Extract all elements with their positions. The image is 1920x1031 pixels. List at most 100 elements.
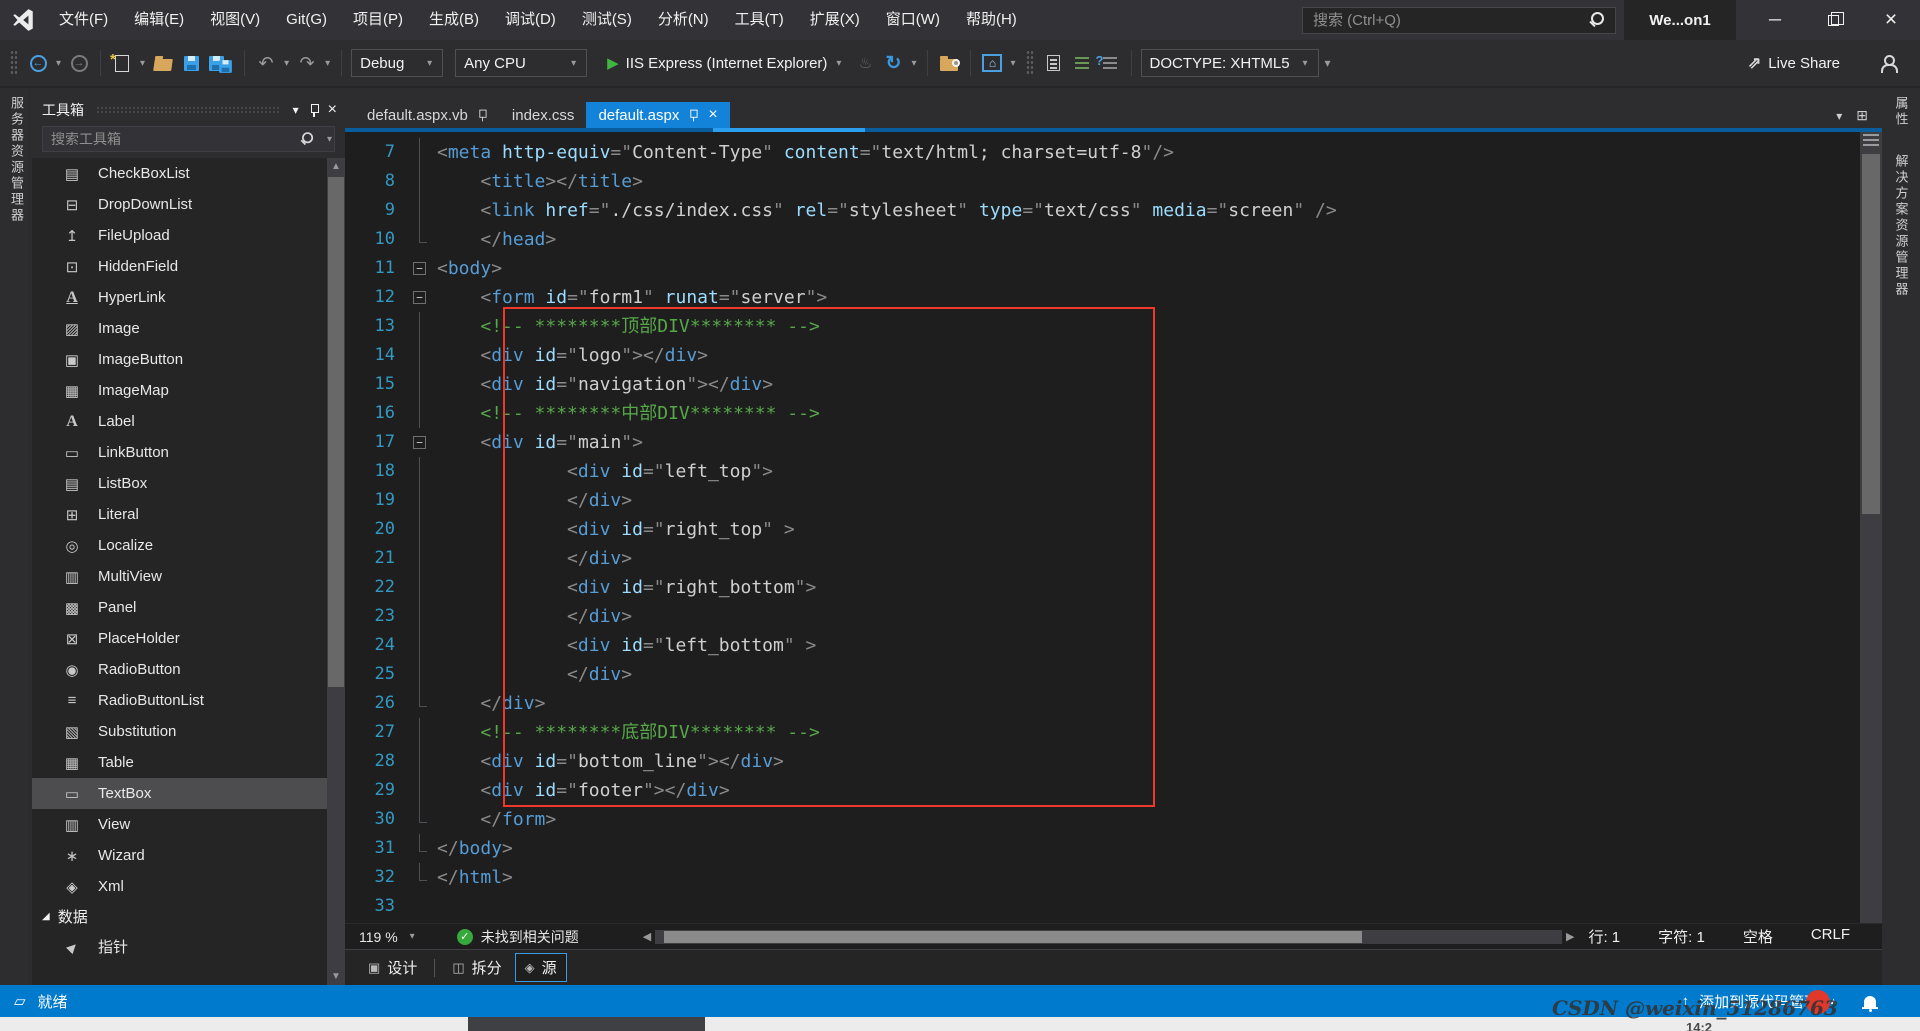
toolbox-search-dropdown-icon[interactable]: ▾ [325,134,334,145]
toolbox-item-imagemap[interactable]: ▦ImageMap [32,375,345,406]
toolbox-item-substitution[interactable]: ▧Substitution [32,716,345,747]
open-file-button[interactable] [151,48,175,78]
toolbox-item-linkbutton[interactable]: ▭LinkButton [32,437,345,468]
toolbox-item-dropdownlist[interactable]: ⊟DropDownList [32,189,345,220]
menu-item[interactable]: Git(G) [273,0,340,40]
find-in-files-button[interactable] [937,48,961,78]
toolbox-item-checkboxlist[interactable]: ▤CheckBoxList [32,158,345,189]
restore-button[interactable] [1804,0,1862,40]
code-line[interactable]: 18 <div id="left_top"> [345,457,1882,486]
code-line[interactable]: 33 [345,892,1882,921]
view-tab-源[interactable]: ◈源 [515,953,567,982]
document-outline-button[interactable] [1042,48,1066,78]
toolbox-item-image[interactable]: ▨Image [32,313,345,344]
document-list-dropdown-icon[interactable]: ▾ [1836,109,1842,123]
toolbar-grip[interactable] [10,50,18,76]
close-button[interactable]: × [1862,0,1920,40]
code-line[interactable]: 19 </div> [345,486,1882,515]
code-line[interactable]: 26 </div> [345,689,1882,718]
toolbar-grip-2[interactable] [1026,50,1034,76]
save-button[interactable] [179,48,203,78]
refresh-dropdown-icon[interactable]: ▾ [909,58,918,69]
menu-item[interactable]: 编辑(E) [121,0,197,40]
code-line[interactable]: 16 <!-- ********中部DIV******** --> [345,399,1882,428]
toolbox-item-fileupload[interactable]: ↥FileUpload [32,220,345,251]
code-line[interactable]: 31</body> [345,834,1882,863]
hscrollbar-thumb[interactable] [664,931,1362,943]
code-line[interactable]: 28 <div id="bottom_line"></div> [345,747,1882,776]
toolbox-close-icon[interactable]: × [328,102,337,118]
toolbox-item-label[interactable]: ALabel [32,406,345,437]
notifications-bell-icon[interactable] [1864,996,1876,1007]
tab-index.css[interactable]: index.css [500,102,587,128]
menu-item[interactable]: 帮助(H) [953,0,1030,40]
toolbox-item-view[interactable]: ▥View [32,809,345,840]
code-line[interactable]: 25 </div> [345,660,1882,689]
code-line[interactable]: 24 <div id="left_bottom" > [345,631,1882,660]
search-icon[interactable] [1587,9,1609,31]
tab-pin-icon[interactable] [477,108,487,122]
editor-options-icon[interactable]: ⊞ [1856,107,1868,124]
back-dropdown-icon[interactable]: ▾ [54,58,63,69]
toolbox-search-icon[interactable] [299,130,318,149]
menu-item[interactable]: 测试(S) [569,0,645,40]
undo-button[interactable]: ↶ [254,48,278,78]
hot-reload-button[interactable]: ♨ [853,48,877,78]
view-tab-设计[interactable]: ▣设计 [359,954,426,981]
menu-item[interactable]: 分析(N) [645,0,722,40]
toolbox-header[interactable]: 工具箱 ▾ × [30,96,345,124]
menu-item[interactable]: 窗口(W) [873,0,953,40]
minimize-button[interactable]: ─ [1746,0,1804,40]
redo-button[interactable]: ↷ [295,48,319,78]
solution-platform-select[interactable]: Any CPU▾ [455,49,587,77]
splitter-grip-icon[interactable] [1863,134,1879,148]
toolbox-item-placeholder[interactable]: ⊠PlaceHolder [32,623,345,654]
run-target-dropdown-icon[interactable]: ▾ [834,58,843,69]
toolbox-item-imagebutton[interactable]: ▣ImageButton [32,344,345,375]
toolbox-item-radiobuttonlist[interactable]: ≡RadioButtonList [32,685,345,716]
toolbox-item-radiobutton[interactable]: ◉RadioButton [32,654,345,685]
save-all-button[interactable] [207,48,235,78]
scroll-up-icon[interactable]: ▲ [327,158,345,175]
menu-item[interactable]: 生成(B) [416,0,492,40]
undo-dropdown-icon[interactable]: ▾ [282,58,291,69]
server-explorer-tab[interactable]: 服务器资源管理器 [7,96,26,224]
format-document-button[interactable] [1070,48,1094,78]
code-line[interactable]: 27 <!-- ********底部DIV******** --> [345,718,1882,747]
toolbox-search-input[interactable] [43,131,297,147]
toolbox-item-指针[interactable]: ▶指针 [32,931,345,962]
toolbox-scrollbar-thumb[interactable] [328,177,344,687]
zoom-level-select[interactable]: 119 %▾ [349,929,427,945]
code-line[interactable]: 32</html> [345,863,1882,892]
navigate-forward-button[interactable]: → [67,48,91,78]
live-share-button[interactable]: ⇗ Live Share [1742,53,1846,73]
code-line[interactable]: 12− <form id="form1" runat="server"> [345,283,1882,312]
toolbox-group-data[interactable]: ◢数据 [32,902,345,931]
doctype-select[interactable]: DOCTYPE: XHTML5▾ [1141,49,1319,77]
eol-mode-label[interactable]: CRLF [1811,926,1850,947]
code-line[interactable]: 22 <div id="right_bottom"> [345,573,1882,602]
menu-item[interactable]: 视图(V) [197,0,273,40]
browse-with-button[interactable]: ⌂ [980,48,1004,78]
new-file-dropdown-icon[interactable]: ▾ [138,58,147,69]
browse-dropdown-icon[interactable]: ▾ [1008,58,1017,69]
toolbox-item-panel[interactable]: ▩Panel [32,592,345,623]
menu-item[interactable]: 工具(T) [722,0,797,40]
tab-close-icon[interactable]: × [708,106,717,124]
code-line[interactable]: 11−<body> [345,254,1882,283]
properties-tab[interactable]: 属性 [1892,96,1911,128]
code-line[interactable]: 9 <link href="./css/index.css" rel="styl… [345,196,1882,225]
code-line[interactable]: 29 <div id="footer"></div> [345,776,1882,805]
menu-item[interactable]: 调试(D) [492,0,569,40]
menu-item[interactable]: 扩展(X) [797,0,873,40]
tab-pin-icon[interactable] [689,108,699,122]
editor-scrollbar-thumb[interactable] [1862,154,1880,514]
tab-default.aspx[interactable]: default.aspx× [586,102,729,128]
toolbox-item-xml[interactable]: ◈Xml [32,871,345,902]
toolbox-item-multiview[interactable]: ▥MultiView [32,561,345,592]
toolbox-item-table[interactable]: ▦Table [32,747,345,778]
code-line[interactable]: 8 <title></title> [345,167,1882,196]
code-editor[interactable]: 7<meta http-equiv="Content-Type" content… [345,132,1882,923]
code-line[interactable]: 13 <!-- ********顶部DIV******** --> [345,312,1882,341]
group-expand-icon[interactable]: ◢ [42,911,50,922]
